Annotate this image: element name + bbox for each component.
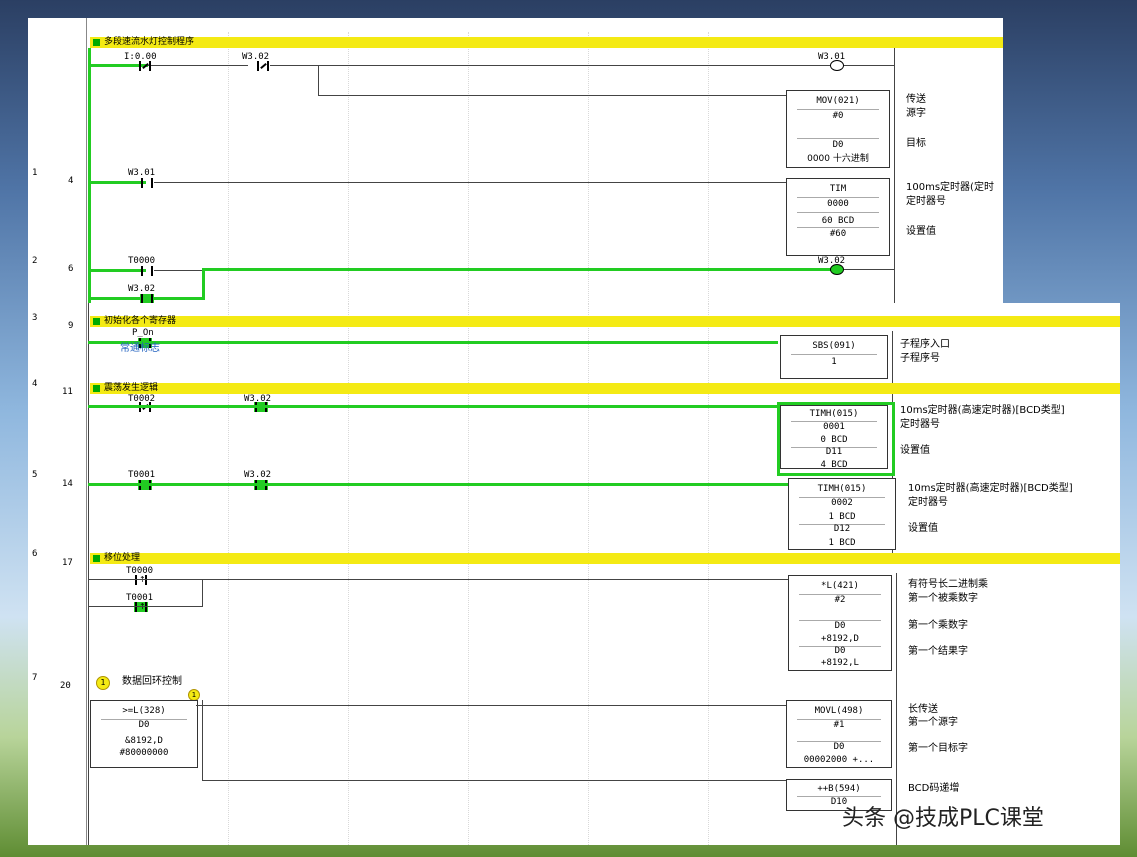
mul-instruction[interactable]: *L(421) #2 D0 +8192,D D0 +8192,L xyxy=(788,575,892,671)
output-coil[interactable] xyxy=(830,60,844,71)
rung-index: 7 xyxy=(32,673,38,683)
operand-comment: 第一个被乘数字 xyxy=(908,593,978,604)
rung-step: 17 xyxy=(62,558,73,568)
rung-step: 9 xyxy=(68,321,74,331)
movl-instruction[interactable]: MOVL(498) #1 D0 00002000 +... xyxy=(786,700,892,768)
rung-index: 4 xyxy=(32,379,38,389)
operand-comment: 传送 xyxy=(906,94,926,105)
operand-comment: 10ms定时器(高速定时器)[BCD类型] xyxy=(908,483,1073,494)
rung-index: 2 xyxy=(32,256,38,266)
operand-comment: 源字 xyxy=(906,108,926,119)
operand-comment: 目标 xyxy=(906,138,926,149)
bookmark-badge[interactable]: 1 xyxy=(96,676,110,690)
operand-comment: BCD码递增 xyxy=(908,783,960,794)
ladder-panel-mid: 3 9 初始化各个寄存器 P_On 常通标志 SBS(091) 1 子程序入口 … xyxy=(28,303,1120,553)
section-header: 多段速流水灯控制程序 xyxy=(90,37,1003,48)
rung-index: 1 xyxy=(32,168,38,178)
slide: 多段速流水灯控制程序 I:0.00 W3.02 W3.01 MOV(021) #… xyxy=(0,0,1137,857)
operand-comment: 子程序入口 xyxy=(900,339,950,350)
compare-instruction[interactable]: >=L(328) D0 &8192,D #80000000 xyxy=(90,700,198,768)
operand-comment: 定时器号 xyxy=(908,497,948,508)
operand-comment: 定时器号 xyxy=(900,419,940,430)
rung-number-gutter xyxy=(28,303,87,553)
rising-edge-contact[interactable]: ↑ xyxy=(134,575,148,585)
sbs-instruction[interactable]: SBS(091) 1 xyxy=(780,335,888,379)
nc-contact[interactable] xyxy=(138,61,152,71)
operand-comment: 设置值 xyxy=(900,445,930,456)
rung-number-gutter xyxy=(28,553,87,845)
rung-step: 4 xyxy=(68,176,74,186)
operand-comment: 第一个乘数字 xyxy=(908,620,968,631)
no-contact[interactable] xyxy=(140,178,154,188)
timh-instruction[interactable]: TIMH(015) 0001 0 BCD D11 4 BCD xyxy=(780,405,888,470)
operand-comment: 第一个结果字 xyxy=(908,646,968,657)
ladder-panel-top: 多段速流水灯控制程序 I:0.00 W3.02 W3.01 MOV(021) #… xyxy=(28,18,1003,304)
rung-step: 6 xyxy=(68,264,74,274)
operand-comment: 有符号长二进制乘 xyxy=(908,579,988,590)
timh-instruction[interactable]: TIMH(015) 0002 1 BCD D12 1 BCD xyxy=(788,478,896,550)
tim-instruction[interactable]: TIM 0000 60 BCD #60 xyxy=(786,178,890,256)
rung-comment: 数据回环控制 xyxy=(122,676,182,687)
operand-comment: 长传送 xyxy=(908,704,938,715)
power-rail xyxy=(88,48,91,303)
operand-comment: 第一个目标字 xyxy=(908,743,968,754)
section-header: 初始化各个寄存器 xyxy=(90,316,1120,327)
operand-comment: 10ms定时器(高速定时器)[BCD类型] xyxy=(900,405,1065,416)
operand-comment: 子程序号 xyxy=(900,353,940,364)
rung-step: 20 xyxy=(60,681,71,691)
operand-comment: 定时器号 xyxy=(906,196,946,207)
rung-step: 14 xyxy=(62,479,73,489)
output-coil[interactable] xyxy=(830,264,844,275)
rung-index: 5 xyxy=(32,470,38,480)
symbol-comment: 常通标志 xyxy=(120,343,160,354)
rising-edge-contact[interactable]: ↑ xyxy=(134,602,148,612)
watermark: 头条 @技成PLC课堂 xyxy=(842,806,1044,831)
operand-comment: 第一个源字 xyxy=(908,717,958,728)
section-header: 移位处理 xyxy=(90,553,1120,564)
operand-comment: 100ms定时器(定时 xyxy=(906,182,994,193)
rung-step: 11 xyxy=(62,387,73,397)
operand-comment: 设置值 xyxy=(908,523,938,534)
operand-comment: 设置值 xyxy=(906,226,936,237)
rung-index: 6 xyxy=(32,549,38,559)
nc-contact[interactable] xyxy=(256,61,270,71)
mov-instruction[interactable]: MOV(021) #0 D0 0000 十六进制 xyxy=(786,90,890,168)
section-header: 震荡发生逻辑 xyxy=(90,383,1120,394)
no-contact[interactable] xyxy=(140,266,154,276)
rung-index: 3 xyxy=(32,313,38,323)
ladder-panel-bottom: 6 17 移位处理 T0000 ↑ T0001 ↑ *L(421) #2 D0 … xyxy=(28,549,1120,845)
